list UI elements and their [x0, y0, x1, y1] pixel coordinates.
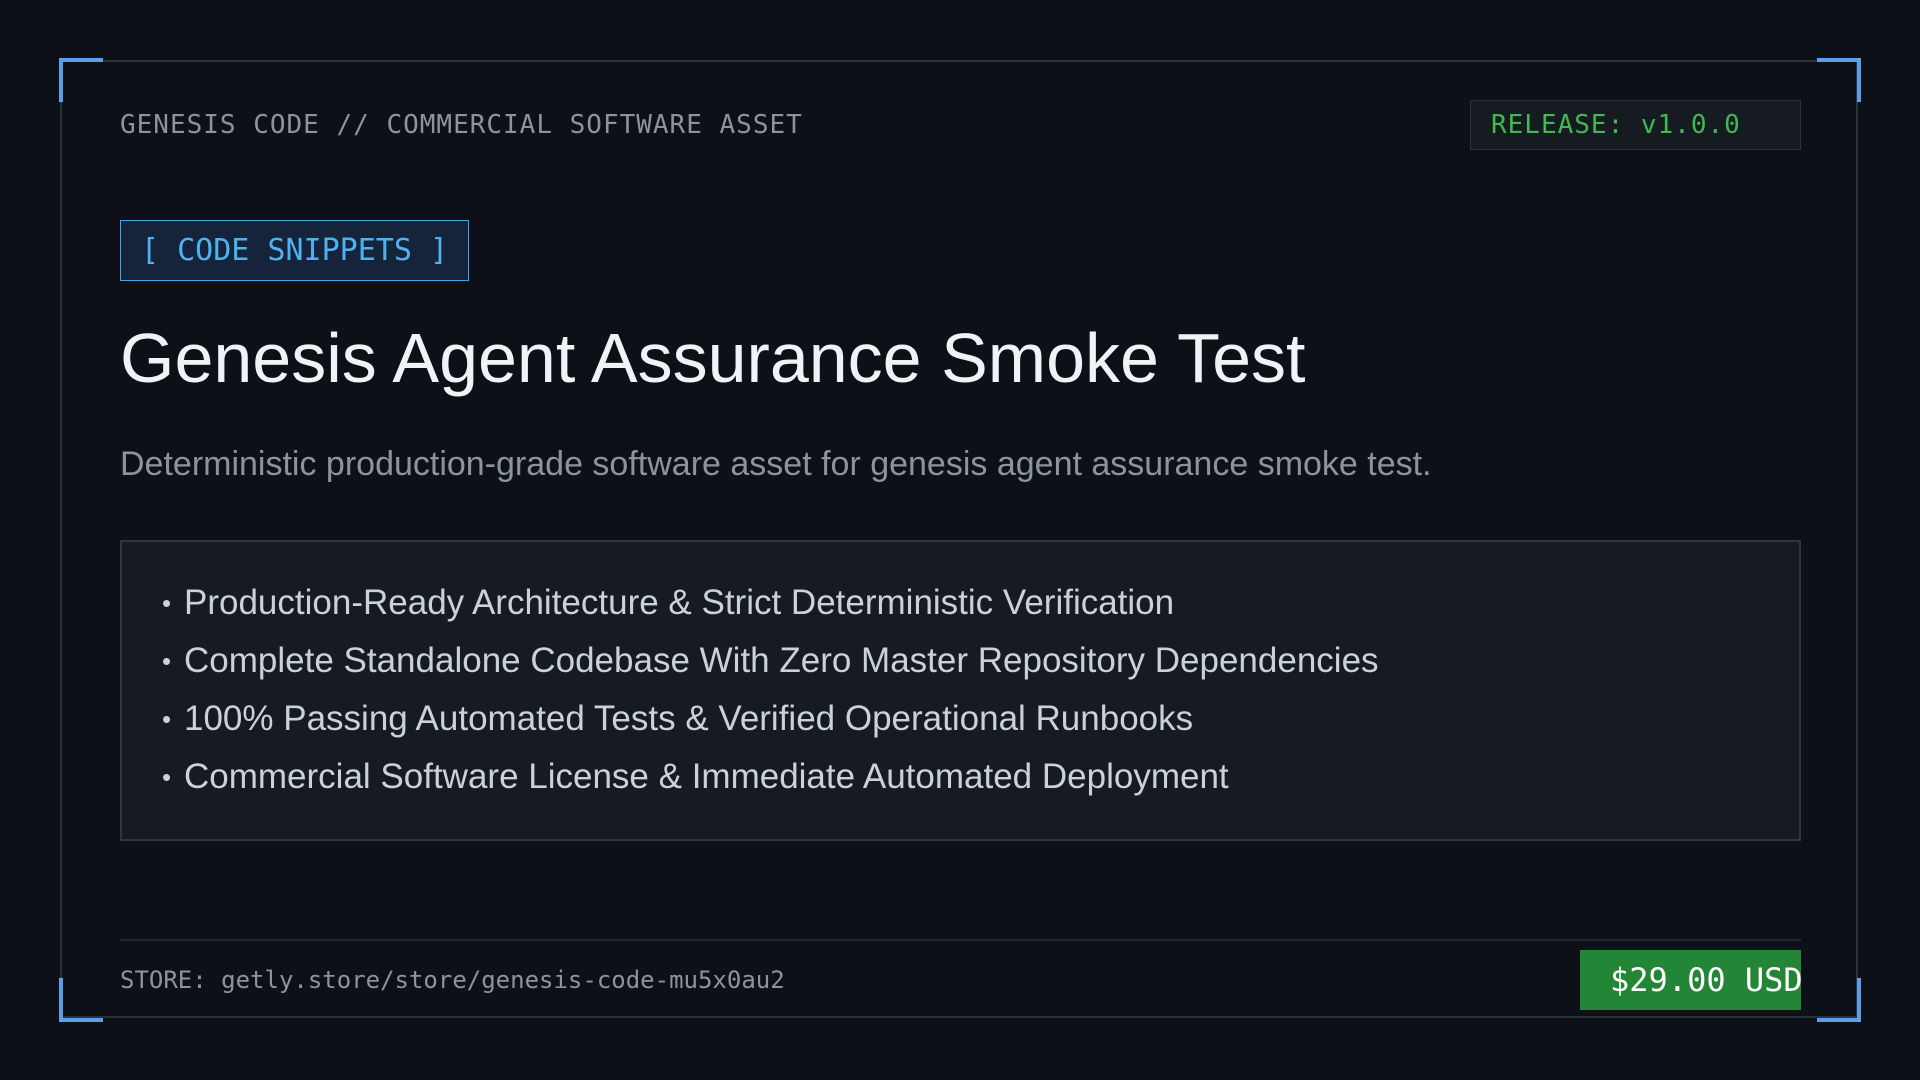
- corner-bracket-top-left: [59, 58, 103, 102]
- feature-text: 100% Passing Automated Tests & Verified …: [184, 699, 1194, 738]
- feature-item: • Commercial Software License & Immediat…: [162, 748, 1799, 806]
- feature-item: • 100% Passing Automated Tests & Verifie…: [162, 690, 1799, 748]
- corner-bracket-bottom-right: [1817, 978, 1861, 1022]
- card-frame: [60, 60, 1858, 1018]
- release-badge: RELEASE: v1.0.0: [1470, 100, 1801, 150]
- feature-text: Production-Ready Architecture & Strict D…: [184, 583, 1175, 622]
- bullet-icon: •: [162, 761, 172, 792]
- corner-bracket-bottom-left: [59, 978, 103, 1022]
- page-subtitle: Deterministic production-grade software …: [120, 445, 1432, 483]
- product-card: GENESIS CODE // COMMERCIAL SOFTWARE ASSE…: [0, 0, 1920, 1080]
- price-button[interactable]: $29.00 USD: [1580, 950, 1801, 1010]
- category-tag: [ CODE SNIPPETS ]: [120, 220, 470, 281]
- footer-divider: [120, 939, 1801, 941]
- bullet-icon: •: [162, 645, 172, 676]
- page-title: Genesis Agent Assurance Smoke Test: [120, 319, 1306, 397]
- header-label: GENESIS CODE // COMMERCIAL SOFTWARE ASSE…: [120, 110, 803, 140]
- feature-text: Complete Standalone Codebase With Zero M…: [184, 641, 1379, 680]
- corner-bracket-top-right: [1817, 58, 1861, 102]
- feature-text: Commercial Software License & Immediate …: [184, 757, 1229, 796]
- feature-item: • Production-Ready Architecture & Strict…: [162, 574, 1799, 632]
- feature-item: • Complete Standalone Codebase With Zero…: [162, 632, 1799, 690]
- feature-list: • Production-Ready Architecture & Strict…: [120, 540, 1801, 841]
- bullet-icon: •: [162, 587, 172, 618]
- bullet-icon: •: [162, 703, 172, 734]
- store-link[interactable]: STORE: getly.store/store/genesis-code-mu…: [120, 966, 785, 994]
